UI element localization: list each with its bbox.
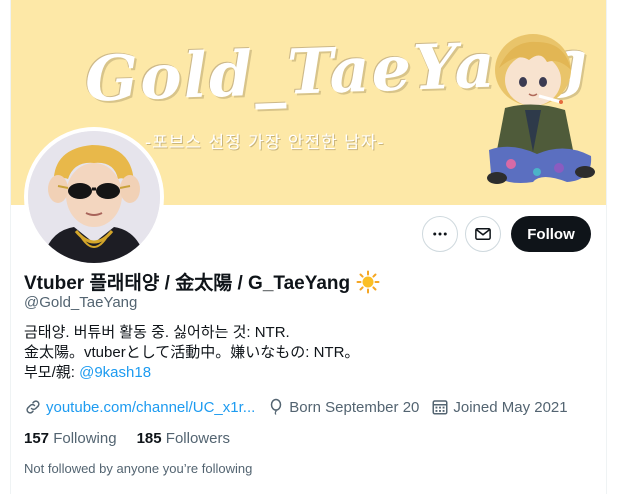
bio-line-parents: 부모/親: @9kash18 xyxy=(24,363,359,383)
balloon-icon xyxy=(271,398,282,415)
bio-parents-prefix: 부모/親: xyxy=(24,364,80,381)
followers-link[interactable]: 185 Followers xyxy=(137,430,230,447)
sun-emoji xyxy=(356,270,380,293)
joined-text: Joined May 2021 xyxy=(453,398,568,416)
joined-item: Joined May 2021 xyxy=(431,398,568,416)
more-icon xyxy=(433,232,447,236)
link-icon xyxy=(26,400,40,414)
message-button[interactable] xyxy=(465,216,501,252)
more-button[interactable] xyxy=(422,216,458,252)
display-name: Vtuber 플래태양 / 金太陽 / G_TaeYang xyxy=(24,268,380,295)
birthday-text: Born September 20 xyxy=(289,398,420,416)
following-link[interactable]: 157 Following xyxy=(24,430,117,447)
following-label: Following xyxy=(53,430,117,447)
display-name-text: Vtuber 플래태양 / 金太陽 / G_TaeYang xyxy=(24,273,351,294)
profile-avatar[interactable] xyxy=(24,127,164,267)
follow-button[interactable]: Follow xyxy=(511,216,591,252)
followers-label: Followers xyxy=(165,430,230,447)
birthday-item: Born September 20 xyxy=(267,398,419,416)
profile-bio: 금태양. 버튜버 활동 중. 싫어하는 것: NTR. 金太陽。vtuberとし… xyxy=(24,323,359,383)
bio-line-japanese: 金太陽。vtuberとして活動中。嫌いなもの: NTR。 xyxy=(24,344,360,361)
follow-counts: 157 Following 185 Followers xyxy=(24,430,230,447)
chibi-character-illustration xyxy=(487,34,595,184)
website-link[interactable]: youtube.com/channel/UC_x1r... xyxy=(46,399,255,416)
followers-count: 185 xyxy=(136,430,162,447)
calendar-icon xyxy=(432,400,448,415)
mail-icon xyxy=(475,228,491,240)
profile-page: Gold_TaeYang -포브스 선정 가장 안전한 남자- Follow V… xyxy=(10,0,607,494)
user-handle: @Gold_TaeYang xyxy=(24,294,138,311)
banner-subtitle: -포브스 선정 가장 안전한 남자- xyxy=(145,133,385,153)
avatar-image xyxy=(28,131,160,263)
avatar-illustration xyxy=(28,131,160,263)
website-item: youtube.com/channel/UC_x1r... xyxy=(24,398,255,416)
bio-mention-link[interactable]: @9kash18 xyxy=(79,364,151,381)
following-count: 157 xyxy=(24,430,50,447)
bio-line-korean: 금태양. 버튜버 활동 중. 싫어하는 것: NTR. xyxy=(24,324,290,341)
profile-meta: youtube.com/channel/UC_x1r... Born Septe… xyxy=(24,398,580,416)
not-followed-notice: Not followed by anyone you’re following xyxy=(24,461,253,476)
